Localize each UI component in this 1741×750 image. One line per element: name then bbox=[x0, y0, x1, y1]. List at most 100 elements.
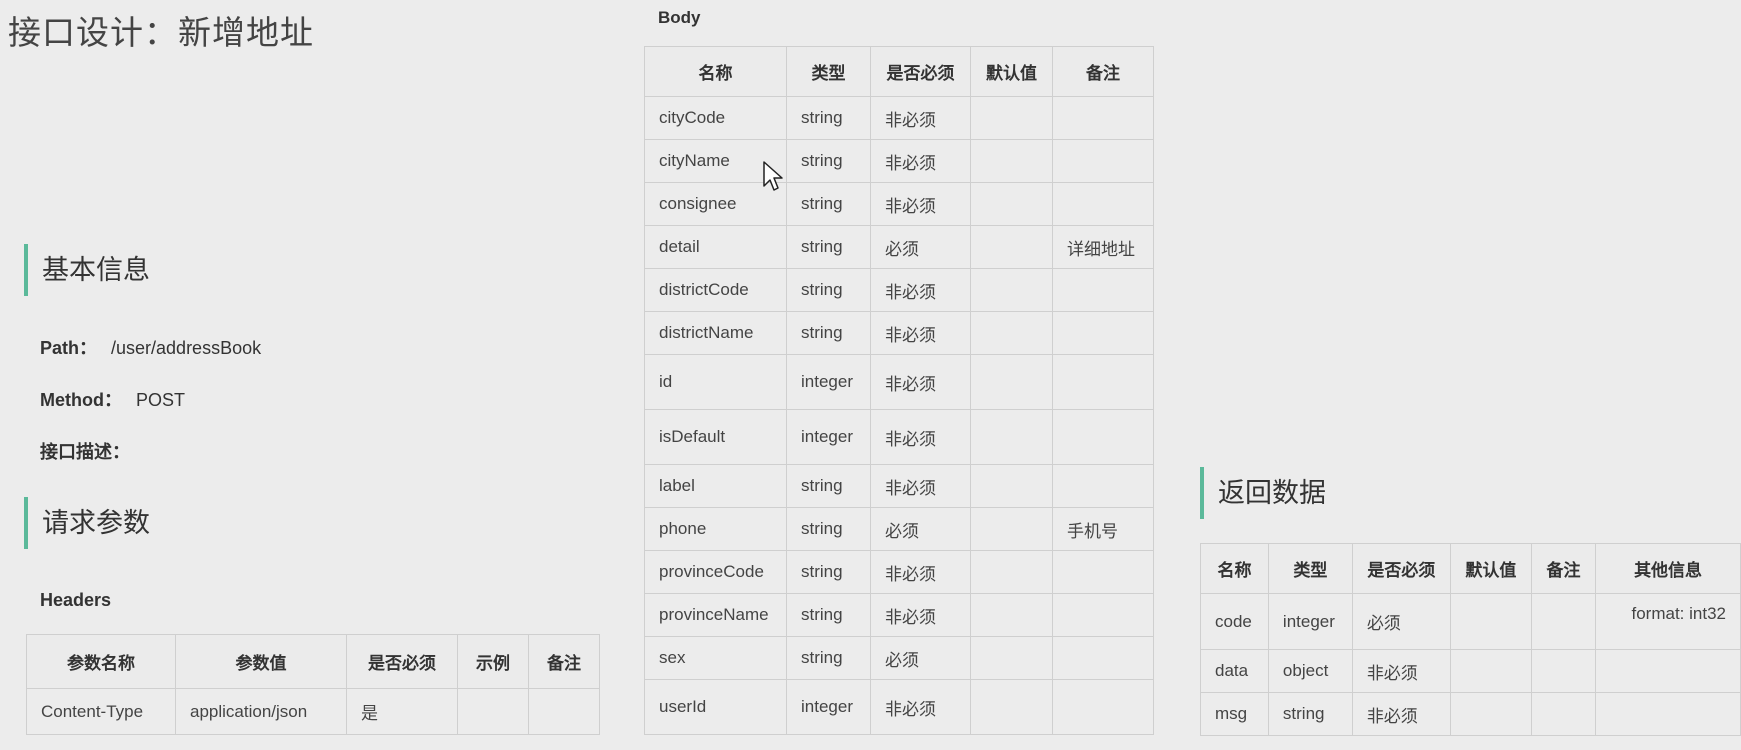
method-value: POST bbox=[135, 390, 185, 410]
body-cell: provinceCode bbox=[644, 550, 787, 594]
body-cell bbox=[970, 550, 1053, 594]
response-col-name: 名称 bbox=[1200, 543, 1269, 594]
table-row: provinceName string 非必须 bbox=[644, 593, 1154, 637]
response-col-type: 类型 bbox=[1267, 543, 1353, 594]
body-cell bbox=[970, 679, 1053, 735]
response-cell: format: int32 bbox=[1595, 593, 1741, 650]
body-cell bbox=[970, 139, 1053, 183]
response-cell bbox=[1530, 593, 1597, 650]
body-cell: integer bbox=[786, 679, 871, 735]
headers-table: 参数名称 参数值 是否必须 示例 备注 Content-Type applica… bbox=[26, 634, 600, 735]
table-row: msg string 非必须 bbox=[1200, 692, 1741, 736]
path-row: Path： /user/addressBook bbox=[40, 334, 261, 360]
body-col-required: 是否必须 bbox=[870, 46, 971, 97]
body-rows: cityCode string 非必须 cityName string 非必须 consig… bbox=[644, 96, 1154, 735]
table-row: cityName string 非必须 bbox=[644, 139, 1154, 183]
body-cell: 非必须 bbox=[870, 182, 971, 226]
body-cell: 非必须 bbox=[870, 354, 971, 410]
response-heading: 返回数据 bbox=[1200, 467, 1326, 519]
body-cell: userId bbox=[644, 679, 787, 735]
body-cell bbox=[970, 507, 1053, 551]
response-cell bbox=[1595, 692, 1741, 736]
method-label: Method： bbox=[40, 390, 122, 410]
body-cell bbox=[970, 182, 1053, 226]
response-cell: object bbox=[1267, 649, 1353, 693]
body-cell: string bbox=[786, 550, 871, 594]
body-cell bbox=[1052, 679, 1154, 735]
table-row: data object 非必须 bbox=[1200, 649, 1741, 693]
body-cell bbox=[1052, 96, 1154, 140]
table-row: phone string 必须 手机号 bbox=[644, 507, 1154, 551]
body-cell: provinceName bbox=[644, 593, 787, 637]
response-cell bbox=[1530, 692, 1597, 736]
headers-col-value: 参数值 bbox=[175, 634, 347, 689]
path-value: /user/addressBook bbox=[111, 338, 262, 358]
body-cell: 非必须 bbox=[870, 593, 971, 637]
headers-col-required: 是否必须 bbox=[346, 634, 458, 689]
headers-cell: Content-Type bbox=[26, 688, 176, 735]
body-cell bbox=[970, 96, 1053, 140]
body-cell: string bbox=[786, 182, 871, 226]
table-row: cityCode string 非必须 bbox=[644, 96, 1154, 140]
response-cell: 非必须 bbox=[1351, 649, 1452, 693]
body-cell: isDefault bbox=[644, 409, 787, 465]
response-cell bbox=[1450, 649, 1532, 693]
response-rows: code integer 必须 format: int32 data object 非必须 m… bbox=[1200, 593, 1741, 736]
body-cell bbox=[1052, 139, 1154, 183]
body-col-default: 默认值 bbox=[970, 46, 1053, 97]
response-cell: 非必须 bbox=[1351, 692, 1452, 736]
table-row: isDefault integer 非必须 bbox=[644, 409, 1154, 465]
body-cell: 必须 bbox=[870, 636, 971, 680]
response-cell: 必须 bbox=[1351, 593, 1452, 650]
table-row: label string 非必须 bbox=[644, 464, 1154, 508]
table-row: districtName string 非必须 bbox=[644, 311, 1154, 355]
body-cell bbox=[1052, 593, 1154, 637]
body-cell: 非必须 bbox=[870, 311, 971, 355]
body-cell bbox=[1052, 464, 1154, 508]
response-cell bbox=[1595, 649, 1741, 693]
body-cell bbox=[970, 464, 1053, 508]
body-cell: detail bbox=[644, 225, 787, 269]
body-cell bbox=[970, 354, 1053, 410]
headers-cell bbox=[457, 688, 529, 735]
table-row: id integer 非必须 bbox=[644, 354, 1154, 410]
body-cell: string bbox=[786, 139, 871, 183]
body-cell: 非必须 bbox=[870, 139, 971, 183]
body-cell: string bbox=[786, 311, 871, 355]
table-row: sex string 必须 bbox=[644, 636, 1154, 680]
request-params-heading: 请求参数 bbox=[24, 497, 150, 549]
body-cell bbox=[970, 225, 1053, 269]
body-cell: districtCode bbox=[644, 268, 787, 312]
headers-cell bbox=[528, 688, 600, 735]
description-label: 接口描述： bbox=[40, 442, 130, 462]
response-col-note: 备注 bbox=[1530, 543, 1597, 594]
body-cell: sex bbox=[644, 636, 787, 680]
response-cell bbox=[1450, 692, 1532, 736]
body-cell: phone bbox=[644, 507, 787, 551]
response-cell: msg bbox=[1200, 692, 1269, 736]
body-cell bbox=[1052, 268, 1154, 312]
table-row: consignee string 非必须 bbox=[644, 182, 1154, 226]
body-cell bbox=[970, 311, 1053, 355]
body-cell bbox=[1052, 311, 1154, 355]
body-cell: integer bbox=[786, 409, 871, 465]
table-row: provinceCode string 非必须 bbox=[644, 550, 1154, 594]
headers-label: Headers bbox=[40, 590, 112, 610]
body-cell bbox=[1052, 354, 1154, 410]
headers-cell: 是 bbox=[346, 688, 458, 735]
body-cell bbox=[1052, 636, 1154, 680]
body-col-name: 名称 bbox=[644, 46, 787, 97]
body-cell bbox=[1052, 550, 1154, 594]
body-cell bbox=[970, 409, 1053, 465]
mouse-cursor-icon bbox=[763, 161, 783, 191]
body-cell: string bbox=[786, 507, 871, 551]
body-cell: string bbox=[786, 268, 871, 312]
response-col-default: 默认值 bbox=[1450, 543, 1532, 594]
table-row: Content-Type application/json 是 bbox=[26, 688, 600, 735]
body-cell: 非必须 bbox=[870, 409, 971, 465]
table-row: detail string 必须 详细地址 bbox=[644, 225, 1154, 269]
headers-cell: application/json bbox=[175, 688, 347, 735]
page-title: 接口设计：新增地址 bbox=[8, 14, 314, 51]
headers-col-note: 备注 bbox=[528, 634, 600, 689]
method-row: Method： POST bbox=[40, 386, 185, 412]
